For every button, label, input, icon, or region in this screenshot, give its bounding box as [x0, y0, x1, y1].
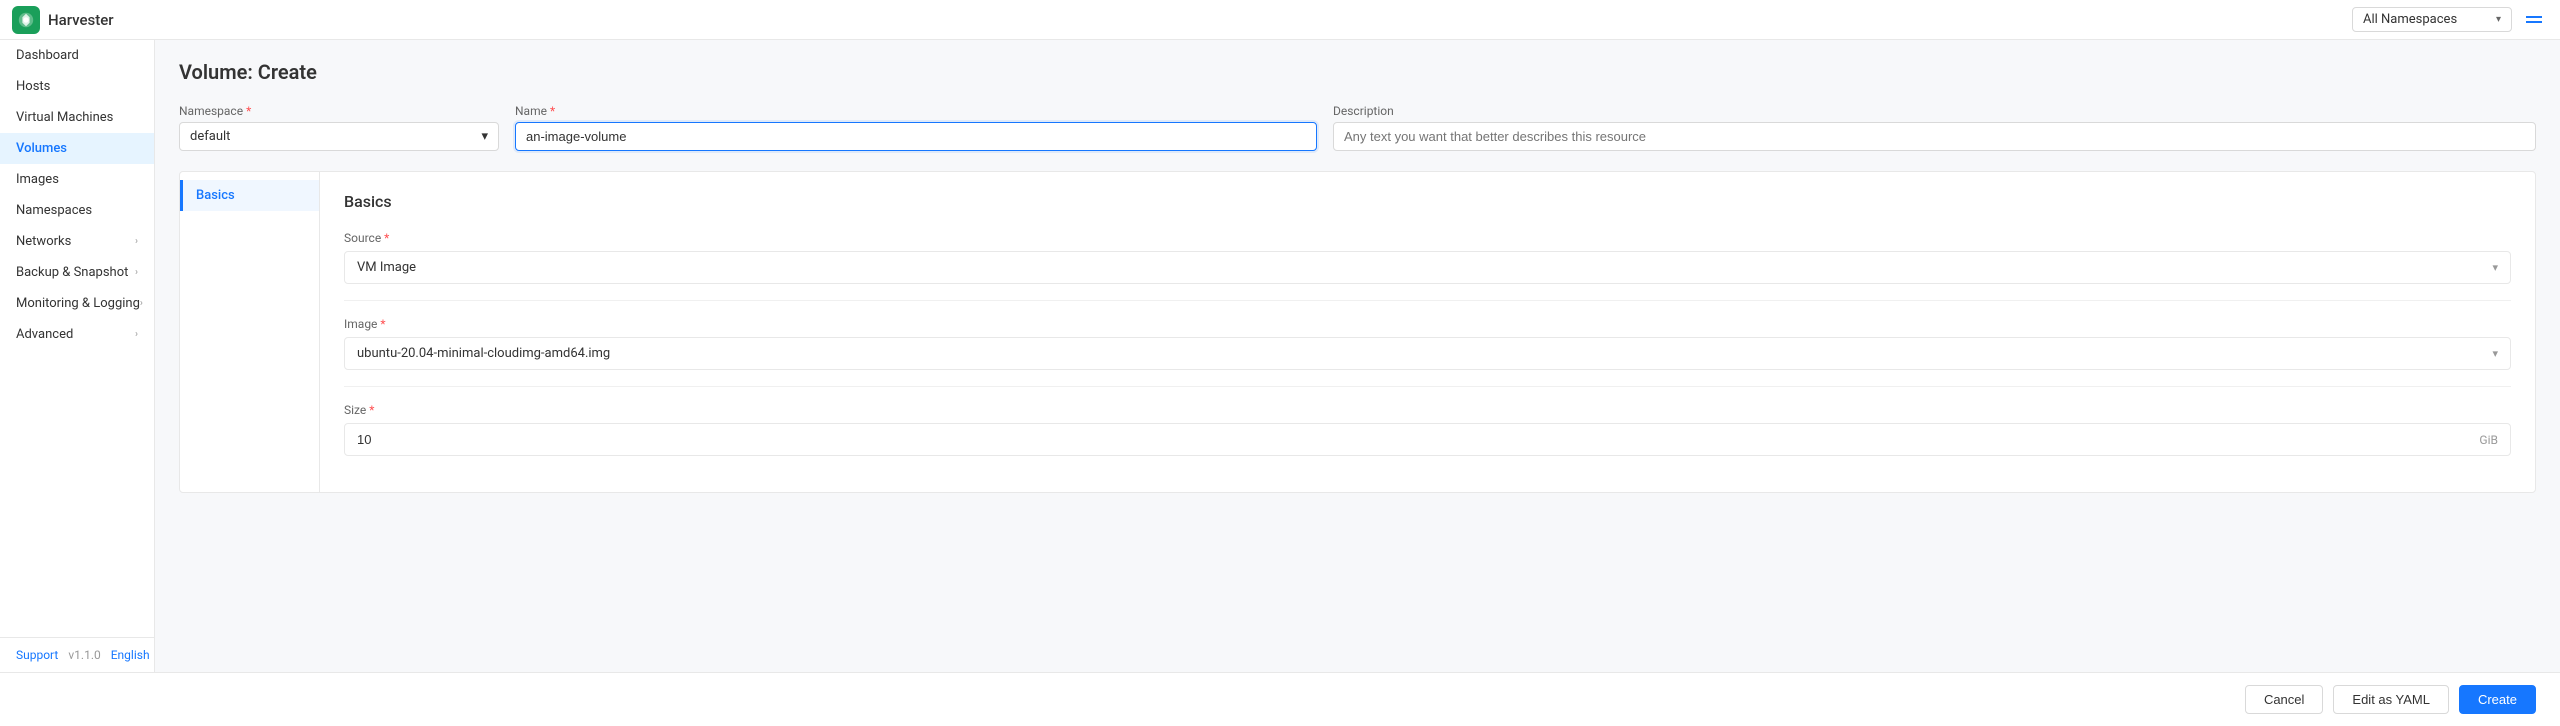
size-group: Size * GiB — [344, 403, 2511, 456]
namespace-dropdown[interactable]: All Namespaces ▾ — [2352, 7, 2512, 32]
sidebar-item-virtual-machines[interactable]: Virtual Machines — [0, 102, 154, 133]
chevron-down-icon: ▾ — [2496, 14, 2501, 25]
language-link[interactable]: English — [111, 648, 150, 662]
sidebar-item-namespaces[interactable]: Namespaces — [0, 195, 154, 226]
source-select[interactable]: VM Image ▾ — [344, 251, 2511, 284]
app-title: Harvester — [48, 11, 114, 29]
chevron-monitoring-icon: › — [140, 298, 143, 309]
tab-basics[interactable]: Basics — [180, 180, 319, 211]
main-layout: Dashboard Hosts Virtual Machines Volumes… — [0, 40, 2560, 672]
name-input-wrapper[interactable] — [515, 122, 1317, 151]
image-group: Image * ubuntu-20.04-minimal-cloudimg-am… — [344, 317, 2511, 370]
page-footer: Cancel Edit as YAML Create — [0, 672, 2560, 726]
toggle-bar-1 — [2526, 16, 2542, 18]
header-right: All Namespaces ▾ — [2352, 6, 2548, 34]
namespace-chevron-icon: ▾ — [481, 129, 488, 144]
description-label: Description — [1333, 104, 2536, 118]
image-chevron-icon: ▾ — [2492, 347, 2498, 360]
sidebar-item-advanced[interactable]: Advanced › — [0, 319, 154, 350]
cancel-button[interactable]: Cancel — [2245, 685, 2323, 714]
size-input[interactable] — [357, 432, 2471, 447]
sidebar-item-hosts[interactable]: Hosts — [0, 71, 154, 102]
basics-section-title: Basics — [344, 192, 2511, 211]
size-label: Size * — [344, 403, 2511, 417]
namespace-select-input[interactable]: default ▾ — [179, 122, 499, 151]
sidebar-toggle-button[interactable] — [2520, 6, 2548, 34]
app-logo — [12, 6, 40, 34]
namespace-required: * — [246, 104, 251, 118]
size-input-wrapper[interactable]: GiB — [344, 423, 2511, 456]
header-left: Harvester — [12, 6, 114, 34]
page-title-prefix: Volume: — [179, 60, 253, 84]
namespace-value: All Namespaces — [2363, 12, 2457, 27]
namespace-field: Namespace * default ▾ — [179, 104, 499, 151]
name-input[interactable] — [526, 129, 1306, 144]
sidebar-item-dashboard[interactable]: Dashboard — [0, 40, 154, 71]
sidebar-footer: Support v1.1.0 English — [0, 637, 154, 672]
form-basics-content: Basics Source * VM Image ▾ — [320, 172, 2535, 492]
description-field: Description — [1333, 104, 2536, 151]
tabs-sidebar: Basics — [180, 172, 320, 492]
chevron-backup-icon: › — [135, 267, 138, 278]
source-label: Source * — [344, 231, 2511, 245]
namespace-label: Namespace * — [179, 104, 499, 118]
page-title-action: Create — [258, 60, 317, 84]
divider-2 — [344, 386, 2511, 387]
size-suffix: GiB — [2479, 433, 2498, 447]
sidebar-item-images[interactable]: Images — [0, 164, 154, 195]
divider-1 — [344, 300, 2511, 301]
chevron-advanced-icon: › — [135, 329, 138, 340]
image-label: Image * — [344, 317, 2511, 331]
form-top-row: Namespace * default ▾ Name * Descripti — [179, 104, 2536, 151]
sidebar-item-monitoring-logging[interactable]: Monitoring & Logging › — [0, 288, 154, 319]
form-body: Basics Basics Source * VM Image ▾ — [179, 171, 2536, 493]
main-content: Volume: Create Namespace * default ▾ Nam… — [155, 40, 2560, 672]
sidebar-item-networks[interactable]: Networks › — [0, 226, 154, 257]
top-header: Harvester All Namespaces ▾ — [0, 0, 2560, 40]
sidebar: Dashboard Hosts Virtual Machines Volumes… — [0, 40, 155, 672]
toggle-bar-2 — [2526, 21, 2542, 23]
description-input[interactable] — [1344, 129, 2525, 144]
image-select[interactable]: ubuntu-20.04-minimal-cloudimg-amd64.img … — [344, 337, 2511, 370]
sidebar-item-backup-snapshot[interactable]: Backup & Snapshot › — [0, 257, 154, 288]
name-required: * — [550, 104, 555, 118]
description-input-wrapper[interactable] — [1333, 122, 2536, 151]
create-button[interactable]: Create — [2459, 685, 2536, 714]
version-label: v1.1.0 — [68, 648, 100, 662]
source-chevron-icon: ▾ — [2492, 261, 2498, 274]
page-title: Volume: Create — [179, 60, 2536, 84]
name-field: Name * — [515, 104, 1317, 151]
chevron-networks-icon: › — [135, 236, 138, 247]
name-label: Name * — [515, 104, 1317, 118]
support-link[interactable]: Support — [16, 648, 58, 662]
edit-yaml-button[interactable]: Edit as YAML — [2333, 685, 2449, 714]
source-group: Source * VM Image ▾ — [344, 231, 2511, 284]
sidebar-item-volumes[interactable]: Volumes — [0, 133, 154, 164]
